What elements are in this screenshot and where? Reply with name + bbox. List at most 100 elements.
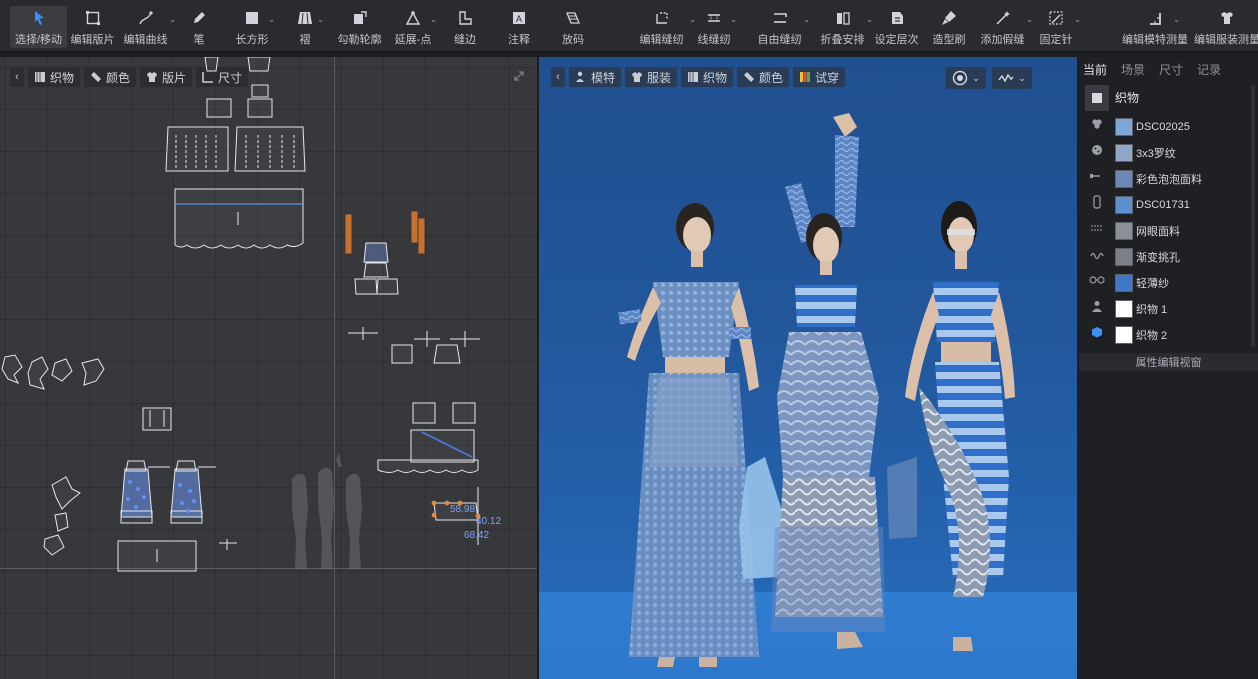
object-category-icon[interactable]: [1085, 319, 1109, 345]
fabric-swatch: [1115, 170, 1133, 188]
pattern-piece: [363, 262, 389, 278]
tool-free-sewing[interactable]: 自由缝纫 ⌄: [757, 6, 810, 48]
tool-label: 编辑曲线: [123, 34, 168, 46]
tool-trace[interactable]: 勾勒轮廓: [337, 6, 382, 48]
tool-label: 选择/移动: [14, 34, 63, 46]
set-layer-icon: [888, 9, 906, 27]
tool-grading[interactable]: 放码: [560, 6, 586, 48]
shape-brush-icon: [940, 9, 958, 27]
pattern-piece: [206, 98, 232, 118]
avatar-category-icon[interactable]: [1085, 293, 1109, 319]
tab-scene[interactable]: 场景: [1121, 61, 1145, 78]
fabric-list-item[interactable]: 彩色泡泡面料: [1115, 166, 1255, 192]
avatar-middle[interactable]: [771, 113, 885, 649]
tab-history[interactable]: 记录: [1197, 61, 1221, 78]
chevron-down-icon[interactable]: ⌄: [866, 15, 873, 24]
chevron-down-icon[interactable]: ⌄: [268, 15, 275, 24]
tool-fold-arrangement[interactable]: 折叠安排 ⌄: [820, 6, 873, 48]
pattern-window-2d[interactable]: ‹ 织物 颜色 版片 尺寸 58.98 40.12 68.42: [0, 57, 537, 679]
pleat-icon: [296, 9, 314, 27]
fabric-list-item[interactable]: 织物 1: [1115, 296, 1255, 322]
tool-label: 编辑缝纫: [639, 34, 684, 46]
pattern-piece: [247, 98, 273, 118]
tool-pleat[interactable]: 褶 ⌄: [294, 6, 324, 48]
pattern-piece: [251, 84, 269, 98]
tool-pen[interactable]: 笔: [187, 6, 211, 48]
rectangle-icon: [243, 9, 261, 27]
tool-label: 添加假缝: [980, 34, 1025, 46]
tool-edit-curve[interactable]: 编辑曲线 ⌄: [123, 6, 176, 48]
chevron-down-icon[interactable]: ⌄: [730, 15, 737, 24]
chevron-down-icon[interactable]: ⌄: [169, 15, 176, 24]
fabric-list-item[interactable]: 网眼面料: [1115, 218, 1255, 244]
fabric-name: 渐变挑孔: [1136, 252, 1180, 264]
pattern-piece: [51, 358, 73, 382]
annotation-icon: A: [510, 9, 528, 27]
free-sewing-icon: [771, 9, 789, 27]
tab-size[interactable]: 尺寸: [1159, 61, 1183, 78]
avatar-left[interactable]: [618, 203, 787, 667]
fabric-category-icon[interactable]: [1085, 85, 1109, 111]
fabric-swatch: [1115, 300, 1133, 318]
fabric-list-item[interactable]: 轻薄纱: [1115, 270, 1255, 296]
chevron-down-icon[interactable]: ⌄: [1026, 15, 1033, 24]
tool-label: 长方形: [235, 34, 269, 46]
avatars-scene[interactable]: [539, 57, 1077, 679]
chevron-down-icon[interactable]: ⌄: [1173, 15, 1180, 24]
tool-tack[interactable]: 添加假缝 ⌄: [980, 6, 1033, 48]
pattern-piece: [120, 468, 153, 518]
measurement-label: 68.42: [464, 530, 489, 541]
pattern-piece: [43, 534, 65, 556]
tool-avatar-measure[interactable]: 编辑模特测量 ⌄: [1122, 6, 1188, 48]
tool-annotation[interactable]: A 注释: [506, 6, 532, 48]
object-type-sidebar: [1085, 85, 1109, 349]
tool-edit-pattern[interactable]: 编辑版片: [70, 6, 115, 48]
tool-rectangle[interactable]: 长方形 ⌄: [235, 6, 275, 48]
edit-pattern-icon: [84, 9, 102, 27]
tool-extend-point[interactable]: 延展-点 ⌄: [393, 6, 437, 48]
svg-text:A: A: [516, 14, 522, 24]
tool-select-move[interactable]: 选择/移动: [10, 6, 67, 48]
chevron-down-icon[interactable]: ⌄: [689, 15, 696, 24]
fabric-list-item[interactable]: 3x3罗纹: [1115, 140, 1255, 166]
pattern-piece-strap: [418, 218, 425, 254]
tab-current[interactable]: 当前: [1083, 61, 1107, 78]
tool-segment-sewing[interactable]: 线缝纫 ⌄: [697, 6, 737, 48]
tool-shape-brush[interactable]: 造型刷: [932, 6, 966, 48]
pin-icon: [1047, 9, 1065, 27]
grading-icon: [564, 9, 582, 27]
tool-seam-allowance[interactable]: 缝边: [452, 6, 478, 48]
topstitch-category-icon[interactable]: [1085, 215, 1109, 241]
pattern-pieces-canvas[interactable]: 58.98 40.12 68.42: [0, 57, 537, 679]
scrollbar[interactable]: [1251, 85, 1255, 347]
tool-label: 注释: [508, 34, 530, 46]
pattern-piece: [410, 429, 475, 463]
tool-pin[interactable]: 固定针 ⌄: [1039, 6, 1081, 48]
fabric-list-item[interactable]: DSC02025: [1115, 114, 1255, 140]
chevron-down-icon[interactable]: ⌄: [317, 15, 324, 24]
fabric-name: DSC02025: [1136, 121, 1190, 133]
avatar-silhouette: [292, 473, 308, 569]
tool-label: 线缝纫: [697, 34, 731, 46]
trim-category-icon[interactable]: [1085, 189, 1109, 215]
tool-edit-sewing[interactable]: 编辑缝纫 ⌄: [639, 6, 696, 48]
tool-garment-measure[interactable]: 编辑服装测量: [1194, 6, 1258, 48]
pattern-piece: [412, 402, 436, 424]
chevron-down-icon[interactable]: ⌄: [430, 15, 437, 24]
buttonhole-category-icon[interactable]: [1085, 137, 1109, 163]
chevron-down-icon[interactable]: ⌄: [803, 15, 810, 24]
pattern-piece: [433, 344, 461, 364]
pattern-piece: [1, 354, 23, 384]
chevron-down-icon[interactable]: ⌄: [1074, 15, 1081, 24]
avatar-measure-icon: [1146, 9, 1164, 27]
bond-category-icon[interactable]: [1085, 267, 1109, 293]
tool-set-layer[interactable]: 设定层次: [874, 6, 919, 48]
viewport-3d[interactable]: ‹ 模特 服装 织物 颜色 试穿 ⌄ ⌄: [539, 57, 1077, 679]
avatar-right[interactable]: [887, 201, 1015, 651]
fabric-list-item[interactable]: 织物 2: [1115, 322, 1255, 348]
fabric-list-item[interactable]: DSC01731: [1115, 192, 1255, 218]
puckering-category-icon[interactable]: [1085, 241, 1109, 267]
fabric-list-item[interactable]: 渐变挑孔: [1115, 244, 1255, 270]
button-category-icon[interactable]: [1085, 111, 1109, 137]
zipper-category-icon[interactable]: [1085, 163, 1109, 189]
